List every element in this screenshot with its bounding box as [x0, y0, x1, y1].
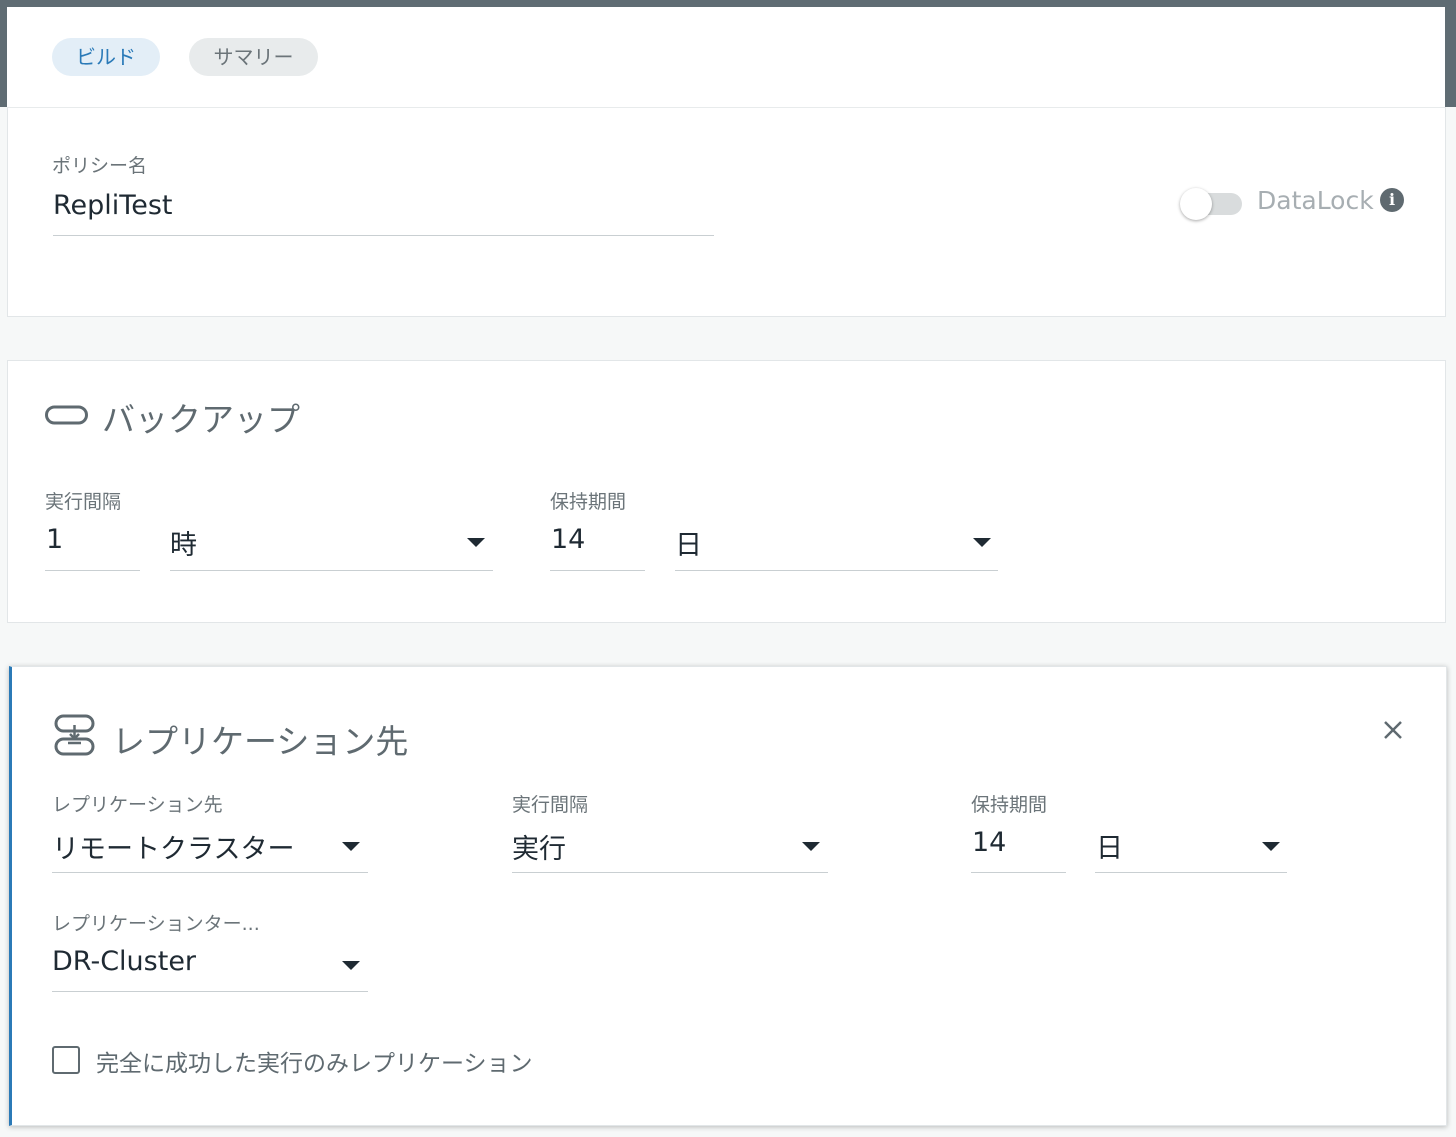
chevron-down-icon[interactable] — [1262, 842, 1280, 851]
datalock-toggle-knob — [1180, 188, 1212, 220]
policy-name-input[interactable]: RepliTest — [53, 190, 172, 221]
policy-name-underline — [53, 235, 714, 236]
backup-title: バックアップ — [102, 400, 300, 439]
replication-retention-unit-underline — [1095, 872, 1287, 873]
replication-target-label: レプリケーション先 — [52, 794, 223, 816]
backup-interval-input[interactable]: 1 — [46, 524, 63, 555]
replication-success-only-label: 完全に成功した実行のみレプリケーション — [96, 1051, 533, 1077]
policy-name-label: ポリシー名 — [52, 155, 148, 177]
chevron-down-icon[interactable] — [342, 842, 360, 851]
chevron-down-icon[interactable] — [802, 842, 820, 851]
replication-title: レプリケーション先 — [112, 722, 409, 761]
replication-success-only-checkbox[interactable] — [52, 1046, 80, 1074]
backup-retention-input[interactable]: 14 — [551, 524, 585, 555]
tab-summary[interactable]: サマリー — [189, 38, 318, 76]
tab-build[interactable]: ビルド — [52, 38, 160, 76]
header: ビルド サマリー — [7, 7, 1445, 107]
backup-retention-underline — [550, 570, 645, 571]
pill-icon — [45, 405, 88, 425]
replication-interval-underline — [512, 872, 828, 873]
datalock-toggle[interactable] — [1180, 188, 1242, 220]
replication-target-underline — [52, 872, 368, 873]
chevron-down-icon[interactable] — [342, 961, 360, 970]
replication-cluster-select[interactable]: DR-Cluster — [52, 946, 196, 977]
close-icon[interactable] — [1380, 717, 1406, 743]
replication-card: レプリケーション先 レプリケーション先 リモートクラスター 実行間隔 実行 保持… — [9, 666, 1447, 1126]
backup-interval-unit-underline — [170, 570, 493, 571]
replication-target-select[interactable]: リモートクラスター — [52, 827, 294, 866]
backup-retention-unit-select[interactable]: 日 — [675, 523, 702, 562]
server-transfer-icon — [54, 714, 95, 756]
replication-cluster-underline — [52, 991, 368, 992]
datalock-label: DataLock — [1257, 186, 1374, 215]
chevron-down-icon[interactable] — [973, 538, 991, 547]
replication-interval-label: 実行間隔 — [512, 794, 589, 816]
backup-interval-label: 実行間隔 — [45, 491, 122, 513]
backup-card: バックアップ 実行間隔 1 時 保持期間 14 日 — [7, 360, 1446, 623]
replication-retention-input[interactable]: 14 — [972, 827, 1006, 858]
replication-retention-label: 保持期間 — [971, 794, 1048, 816]
backup-interval-underline — [45, 570, 140, 571]
replication-interval-select[interactable]: 実行 — [512, 827, 566, 866]
policy-name-card: ポリシー名 RepliTest DataLock i — [7, 107, 1446, 317]
backup-retention-label: 保持期間 — [550, 491, 627, 513]
replication-retention-underline — [971, 872, 1066, 873]
chevron-down-icon[interactable] — [467, 538, 485, 547]
replication-retention-unit-select[interactable]: 日 — [1096, 826, 1123, 865]
backup-retention-unit-underline — [675, 570, 998, 571]
info-icon[interactable]: i — [1380, 188, 1404, 212]
backup-interval-unit-select[interactable]: 時 — [170, 523, 197, 562]
replication-cluster-label: レプリケーションター... — [52, 913, 260, 935]
